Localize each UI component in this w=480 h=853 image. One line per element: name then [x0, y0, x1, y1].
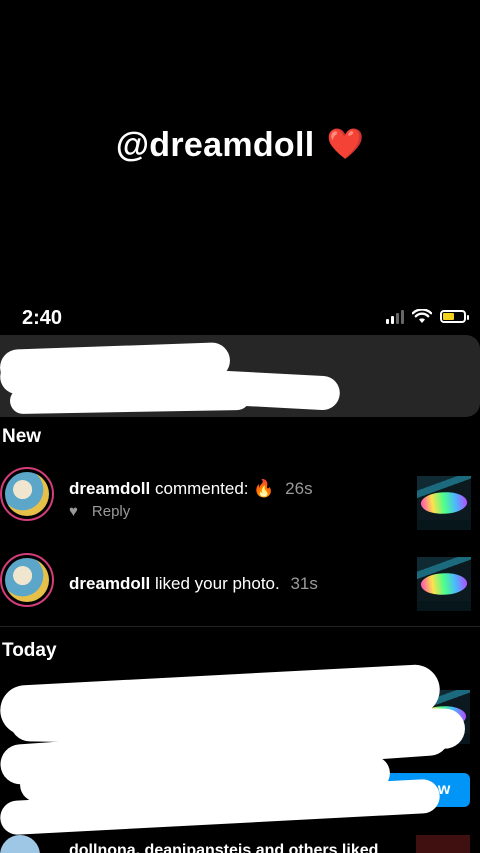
redaction-scribble: [9, 383, 251, 415]
notification-text: dreamdoll commented: 🔥 26s: [69, 479, 313, 499]
post-thumbnail[interactable]: [417, 476, 471, 530]
fire-emoji-icon: 🔥: [253, 479, 275, 498]
notification-row[interactable]: dreamdoll liked your photo. 31s: [0, 553, 480, 613]
username[interactable]: dreamdoll: [69, 479, 150, 498]
story-caption: @dreamdoll ❤️: [0, 126, 480, 165]
reply-row: ♥ Reply: [69, 503, 130, 520]
status-time: 2:40: [22, 307, 63, 329]
status-icons: [386, 309, 469, 324]
post-thumbnail[interactable]: [417, 557, 471, 611]
avatar[interactable]: [0, 835, 40, 853]
avatar[interactable]: [0, 467, 54, 521]
battery-icon: [440, 310, 469, 323]
notification-text: dollnona, deanipansteis and others liked: [69, 842, 379, 853]
notification-action: liked your photo.: [154, 574, 280, 593]
notification-text: dreamdoll liked your photo. 31s: [69, 574, 318, 594]
section-title-today: Today: [2, 640, 57, 661]
section-title-new: New: [2, 426, 42, 447]
avatar[interactable]: [0, 553, 54, 607]
time-ago: 26s: [285, 479, 313, 498]
post-thumbnail[interactable]: [416, 835, 470, 853]
screen: @dreamdoll ❤️ 2:40 New dreamdoll commente…: [0, 0, 480, 853]
notification-action: commented:: [154, 479, 249, 498]
like-heart-icon[interactable]: ♥: [69, 503, 78, 520]
time-ago: 31s: [290, 574, 318, 593]
notification-row[interactable]: dreamdoll commented: 🔥 26s ♥ Reply: [0, 467, 480, 537]
story-caption-text: @dreamdoll: [115, 126, 315, 164]
reply-link[interactable]: Reply: [92, 503, 130, 520]
wifi-icon: [412, 309, 432, 323]
divider: [0, 626, 480, 627]
heart-emoji-icon: ❤️: [326, 128, 365, 161]
username[interactable]: dreamdoll: [69, 574, 150, 593]
status-bar: 2:40: [0, 303, 480, 333]
cellular-signal-icon: [386, 309, 404, 324]
